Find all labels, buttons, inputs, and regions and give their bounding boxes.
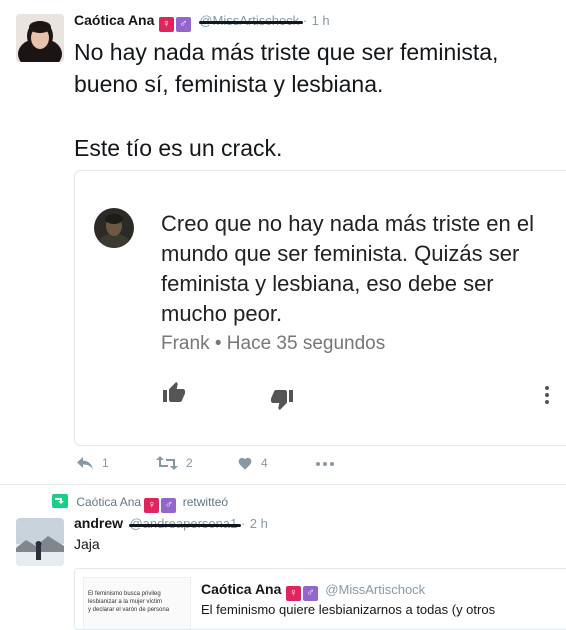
retweet-icon (156, 456, 178, 470)
thumbnail-text-line: El feminismo busca privileg (88, 591, 161, 597)
venus-icon: ♀ (285, 586, 301, 601)
comment-line: Creo que no hay nada más triste en el (161, 211, 535, 236)
reply-author-avatar[interactable] (16, 518, 64, 566)
quoted-tweet-header: Caótica Ana ♀ ♂ @MissArtischock (201, 581, 425, 601)
retweeter-name[interactable]: Caótica Ana (76, 495, 141, 509)
comment-line: feminista y lesbiana, eso debe ser (161, 271, 494, 296)
reply-count: 1 (102, 456, 109, 470)
author-handle[interactable]: @MissArtischock (199, 13, 303, 28)
tweet-text: No hay nada más triste que ser feminista… (74, 36, 498, 164)
retweet-label: retwitteó (182, 495, 229, 509)
woman-portrait-icon (16, 14, 64, 62)
redaction-scribble (199, 21, 303, 24)
tweet-header: Caótica Ana ♀♂ @MissArtischock · 1 h (74, 12, 330, 32)
quoted-tweet-card[interactable]: El feminismo busca privileg lesbianizar … (74, 568, 566, 630)
retweet-header: Caótica Ana ♀ ♂ retwitteó (52, 494, 228, 513)
reply-author-name[interactable]: andrew (74, 515, 123, 531)
reply-author-handle[interactable]: @andreapersona1 (129, 516, 241, 531)
thumbs-up-icon (161, 381, 187, 410)
dot-separator: · (240, 516, 246, 531)
more-options-icon[interactable] (316, 462, 334, 466)
thumbs-down-icon (269, 387, 295, 416)
comment-line: mucho peor. (161, 301, 283, 326)
venus-icon: ♀ (144, 498, 160, 513)
tweet-text-line: bueno sí, feminista y lesbiana. (74, 71, 384, 97)
venus-icon: ♀ (158, 17, 174, 32)
tweet-divider (0, 484, 566, 485)
embedded-image-card[interactable]: Creo que no hay nada más triste en el mu… (74, 170, 566, 446)
comment-line: mundo que ser feminista. Quizás ser (161, 241, 520, 266)
reply-icon (77, 457, 93, 470)
embedded-comment-text: Creo que no hay nada más triste en el mu… (161, 209, 534, 329)
mars-icon: ♂ (302, 586, 318, 601)
reply-tweet-header: andrew @andreapersona1 · 2 h (74, 515, 268, 533)
reply-tweet-time[interactable]: 2 h (250, 516, 268, 531)
author-name[interactable]: Caótica Ana (74, 12, 154, 28)
mars-icon: ♂ (175, 17, 191, 32)
retweet-button[interactable]: 2 (156, 456, 193, 470)
landscape-photo-icon (16, 518, 64, 566)
tweet-text-line: Este tío es un crack. (74, 135, 283, 161)
dot-separator: · (302, 13, 308, 28)
comment-footer: Frank • Hace 35 segundos (161, 333, 386, 354)
like-button[interactable]: 4 (237, 456, 268, 470)
reply-tweet-text: Jaja (74, 536, 100, 552)
retweet-count: 2 (186, 456, 193, 470)
commenter-avatar (94, 208, 134, 248)
quoted-tweet-text: El feminismo quiere lesbianizarnos a tod… (201, 602, 496, 617)
tweet-text-line: No hay nada más triste que ser feminista… (74, 39, 499, 65)
retweet-icon (52, 494, 68, 508)
mars-icon: ♂ (161, 498, 177, 513)
more-vertical-icon (545, 386, 549, 404)
quoted-author-handle: @MissArtischock (325, 582, 426, 597)
reply-button[interactable]: 1 (76, 456, 109, 470)
heart-icon (238, 457, 252, 470)
thumbnail-text-line: lesbianizar a la mujer víctim (88, 599, 163, 605)
man-portrait-icon (94, 208, 134, 248)
quoted-author-name: Caótica Ana (201, 581, 282, 597)
author-avatar[interactable] (16, 14, 64, 62)
like-count: 4 (261, 456, 268, 470)
redaction-scribble (129, 524, 241, 527)
thumbnail-text-line: y declarar el varón de persona (88, 607, 170, 613)
tweet-time[interactable]: 1 h (312, 13, 330, 28)
quoted-image-thumbnail: El feminismo busca privileg lesbianizar … (83, 577, 191, 629)
